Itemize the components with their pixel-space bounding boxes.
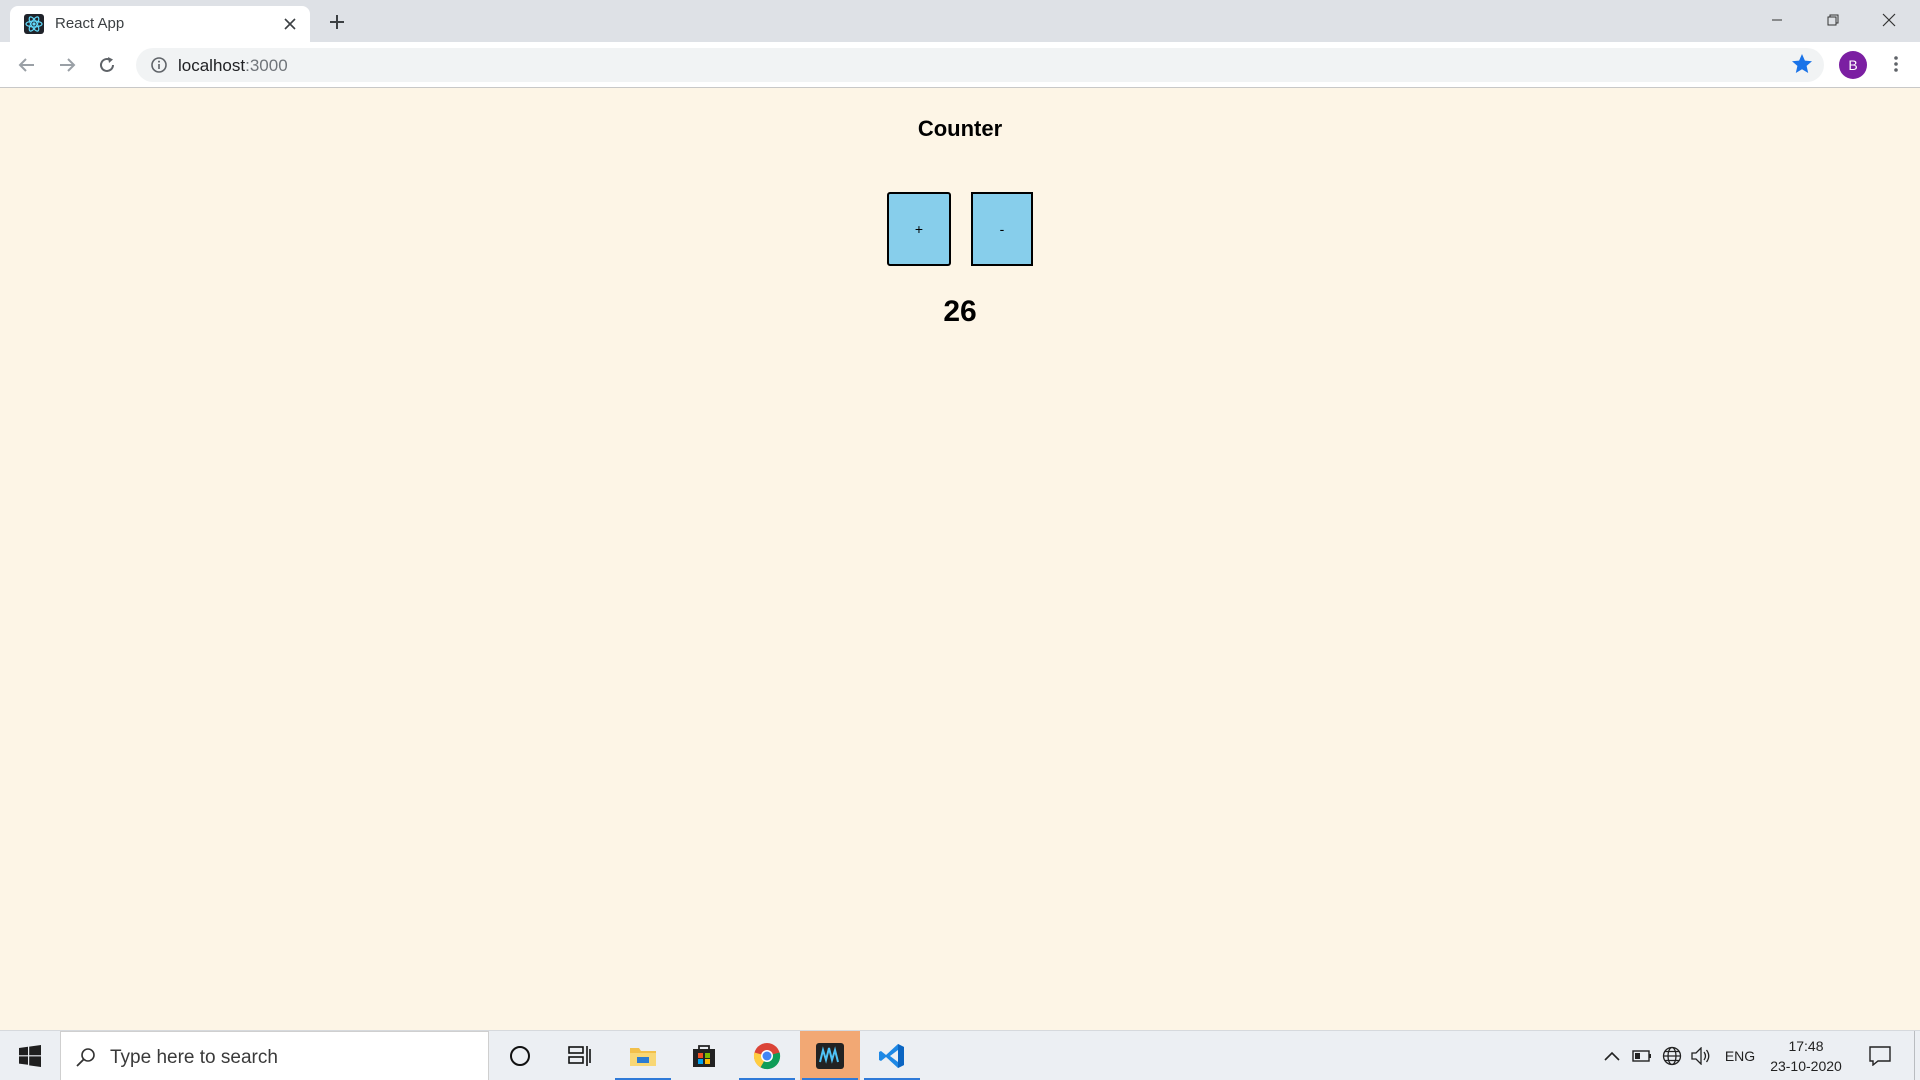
bookmark-star-icon[interactable] bbox=[1790, 52, 1814, 76]
browser-toolbar: localhost:3000 bbox=[0, 42, 1920, 88]
counter-value: 26 bbox=[943, 295, 977, 328]
volume-icon[interactable] bbox=[1689, 1031, 1713, 1080]
waves-app-icon[interactable] bbox=[800, 1031, 860, 1080]
file-explorer-icon[interactable] bbox=[613, 1031, 673, 1080]
close-window-icon[interactable] bbox=[1866, 6, 1912, 34]
show-desktop-divider[interactable] bbox=[1914, 1031, 1915, 1080]
tab-react-app[interactable]: React App bbox=[10, 6, 310, 42]
close-tab-icon[interactable] bbox=[280, 14, 300, 34]
windows-taskbar: Type here to search ENG 17:48 23-10-2020 bbox=[0, 1030, 1920, 1080]
taskbar-clock[interactable]: 17:48 23-10-2020 bbox=[1761, 1036, 1851, 1076]
url-host: localhost bbox=[178, 56, 246, 75]
battery-icon[interactable] bbox=[1630, 1031, 1654, 1080]
cortana-icon[interactable] bbox=[490, 1031, 550, 1080]
react-logo-icon bbox=[24, 14, 44, 34]
back-icon[interactable] bbox=[15, 53, 39, 77]
notifications-icon[interactable] bbox=[1864, 1031, 1896, 1080]
minimize-icon[interactable] bbox=[1754, 6, 1800, 34]
increment-button[interactable]: + bbox=[887, 192, 951, 266]
decrement-button[interactable]: - bbox=[971, 192, 1033, 266]
show-hidden-icons-icon[interactable] bbox=[1600, 1031, 1624, 1080]
restore-icon[interactable] bbox=[1810, 6, 1856, 34]
store-icon[interactable] bbox=[674, 1031, 734, 1080]
clock-date: 23-10-2020 bbox=[1770, 1058, 1842, 1074]
vscode-icon[interactable] bbox=[862, 1031, 922, 1080]
taskbar-search-box[interactable]: Type here to search bbox=[60, 1031, 489, 1080]
reload-icon[interactable] bbox=[95, 53, 119, 77]
url-text[interactable]: localhost:3000 bbox=[178, 56, 288, 76]
browser-tab-strip: React App bbox=[0, 0, 1920, 42]
address-bar[interactable]: localhost:3000 bbox=[136, 48, 1824, 82]
chrome-icon[interactable] bbox=[737, 1031, 797, 1080]
profile-avatar[interactable]: B bbox=[1839, 51, 1867, 79]
new-tab-icon[interactable] bbox=[325, 10, 349, 34]
task-view-icon[interactable] bbox=[550, 1031, 610, 1080]
app-viewport: Counter + - 26 bbox=[0, 88, 1920, 1030]
browser-menu-icon[interactable] bbox=[1884, 52, 1908, 76]
clock-time: 17:48 bbox=[1788, 1038, 1824, 1054]
forward-icon[interactable] bbox=[55, 53, 79, 77]
search-icon bbox=[76, 1048, 95, 1067]
url-port: :3000 bbox=[245, 56, 288, 75]
counter-heading: Counter bbox=[917, 116, 1003, 141]
network-globe-icon[interactable] bbox=[1659, 1031, 1685, 1080]
tab-title: React App bbox=[55, 15, 125, 32]
site-info-icon[interactable] bbox=[150, 56, 168, 74]
search-placeholder: Type here to search bbox=[110, 1047, 278, 1068]
language-indicator[interactable]: ENG bbox=[1720, 1031, 1760, 1080]
windows-start-icon[interactable] bbox=[0, 1031, 60, 1080]
